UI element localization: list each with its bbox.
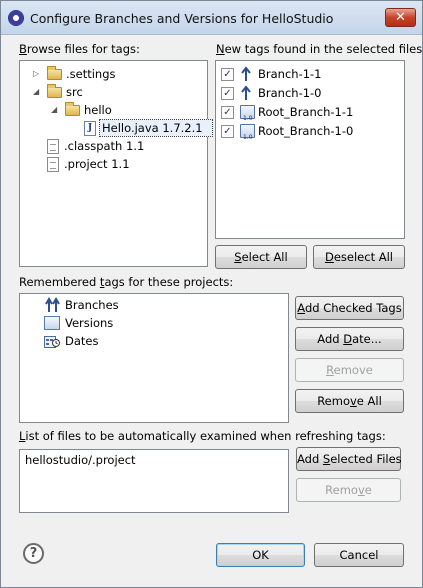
auto-files-list[interactable]: hellostudio/.project	[19, 449, 289, 513]
select-all-button[interactable]: Select All	[215, 245, 307, 269]
browse-files-label: Browse files for tags:	[19, 42, 140, 56]
window-title: Configure Branches and Versions for Hell…	[30, 11, 334, 26]
version-tag-icon	[240, 105, 255, 128]
remembered-item-label: Versions	[65, 316, 114, 330]
branches-icon	[45, 297, 60, 312]
tree-item-label: src	[66, 85, 83, 99]
tree-item-hello[interactable]: ◢ hello	[20, 101, 207, 119]
tree-item-label: .project 1.1	[64, 157, 130, 171]
tree-item-settings[interactable]: ▷ .settings	[20, 65, 207, 83]
folder-icon	[47, 84, 62, 98]
tag-checkbox[interactable]: ✓	[221, 87, 234, 100]
tree-item-label: .settings	[66, 67, 116, 81]
tag-label: Branch-1-1	[258, 67, 322, 81]
remove-file-button[interactable]: Remove	[296, 478, 401, 502]
help-icon[interactable]: ?	[23, 543, 44, 564]
add-checked-tags-button[interactable]: Add Checked Tags	[295, 296, 404, 320]
tag-checkbox[interactable]: ✓	[221, 106, 234, 119]
remembered-item-dates[interactable]: Dates	[20, 332, 288, 350]
remembered-item-label: Branches	[65, 298, 119, 312]
version-tag-icon	[240, 124, 255, 147]
tag-label: Root_Branch-1-1	[258, 105, 354, 119]
remembered-item-branches[interactable]: Branches	[20, 296, 288, 314]
tree-item-hello-java[interactable]: J Hello.java 1.7.2.1	[20, 119, 213, 137]
remembered-item-versions[interactable]: Versions	[20, 314, 288, 332]
remove-tag-button[interactable]: Remove	[295, 358, 404, 382]
branch-icon	[241, 85, 251, 100]
deselect-all-button[interactable]: Deselect All	[313, 245, 405, 269]
cancel-button[interactable]: Cancel	[314, 543, 404, 567]
tree-item-label: .classpath 1.1	[64, 139, 145, 153]
remove-all-button[interactable]: Remove All	[295, 389, 404, 413]
add-selected-files-button[interactable]: Add Selected Files	[296, 447, 402, 471]
tree-item-src[interactable]: ◢ src	[20, 83, 207, 101]
new-tags-label: New tags found in the selected files:	[216, 42, 423, 56]
branch-icon	[241, 66, 251, 81]
new-tag-item[interactable]: ✓ Root_Branch-1-0	[216, 122, 404, 147]
new-tag-item[interactable]: ✓ Branch-1-1	[216, 65, 404, 83]
add-date-button[interactable]: Add Date...	[295, 327, 404, 351]
versions-icon	[44, 316, 60, 330]
title-bar: Configure Branches and Versions for Hell…	[1, 1, 422, 35]
new-tag-item[interactable]: ✓ Branch-1-0	[216, 84, 404, 102]
remembered-tags-label: Remembered tags for these projects:	[19, 275, 234, 289]
tree-item-classpath[interactable]: .classpath 1.1	[20, 137, 207, 155]
remembered-tags-tree[interactable]: Branches Versions Dates	[19, 293, 289, 423]
file-icon	[47, 139, 59, 154]
remembered-item-label: Dates	[65, 334, 99, 348]
configure-branches-dialog: Configure Branches and Versions for Hell…	[0, 0, 423, 588]
java-file-icon: J	[84, 121, 96, 136]
auto-file-item[interactable]: hellostudio/.project	[25, 451, 136, 469]
tag-label: Branch-1-0	[258, 86, 322, 100]
new-tags-list[interactable]: ✓ Branch-1-1 ✓ Branch-1-0 ✓ Root_Branch-…	[215, 60, 405, 239]
ok-button[interactable]: OK	[216, 543, 305, 567]
tree-item-label: hello	[84, 103, 112, 117]
eclipse-icon	[8, 10, 24, 26]
tree-item-project[interactable]: .project 1.1	[20, 155, 207, 173]
browse-files-tree[interactable]: ▷ .settings ◢ src ◢ hello J Hello.java 1…	[19, 60, 213, 267]
tag-checkbox[interactable]: ✓	[221, 68, 234, 81]
auto-files-label: List of files to be automatically examin…	[19, 429, 386, 443]
new-tag-item[interactable]: ✓ Root_Branch-1-1	[216, 103, 404, 128]
folder-icon	[47, 66, 62, 80]
tag-label: Root_Branch-1-0	[258, 124, 354, 138]
dates-icon	[44, 336, 60, 348]
tag-checkbox[interactable]: ✓	[221, 125, 234, 138]
expand-icon[interactable]: ▷	[33, 70, 39, 78]
folder-icon	[65, 102, 80, 116]
tree-item-label: Hello.java 1.7.2.1	[102, 121, 203, 135]
collapse-icon[interactable]: ◢	[33, 88, 39, 96]
file-icon	[47, 157, 59, 172]
collapse-icon[interactable]: ◢	[51, 106, 57, 114]
close-button[interactable]: ✕	[385, 8, 416, 27]
